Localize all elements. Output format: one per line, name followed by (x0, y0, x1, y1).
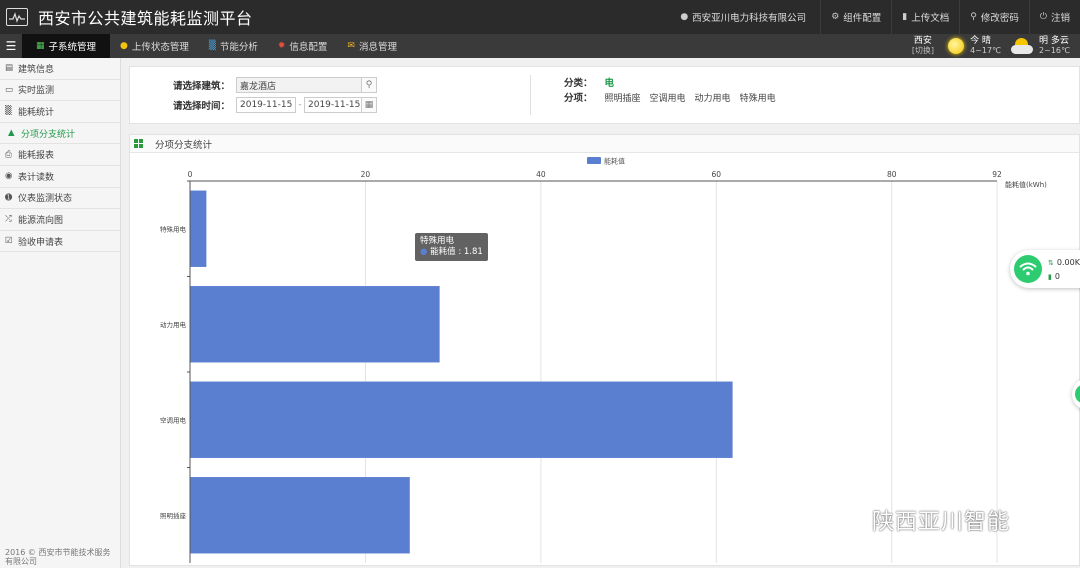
y-tick-label: 动力用电 (160, 320, 187, 329)
subitem-lighting[interactable]: 照明插座 (605, 91, 641, 104)
network-speed-widget[interactable]: ⇅ 0.00K ▮ 0 (1010, 250, 1080, 288)
car-icon: ◉ (5, 171, 13, 182)
bar (190, 477, 410, 554)
category-label: 分类： (564, 78, 593, 89)
calendar-icon[interactable]: ▦ (362, 97, 377, 113)
subitem-ac[interactable]: 空调用电 (650, 91, 686, 104)
company-name: ● 西安亚川电力科技有限公司 (680, 12, 807, 24)
weather-widget: 西安 [切换] 今 晴 4~17℃ 明 多云 2~16℃ (912, 34, 1080, 58)
key-icon: ⚲ (970, 12, 977, 22)
sidebar-item-meter-status[interactable]: ➊ 仪表监测状态 (0, 188, 120, 210)
partly-cloudy-icon (1011, 38, 1035, 54)
chart-panel: 分项分支统计 能耗值 0 20 40 60 80 92 能耗值(kWh) 特殊用电动力用电空调用… (129, 134, 1080, 566)
legend-label: 能耗值 (604, 157, 625, 166)
bar-chart-icon: ▒ (208, 41, 216, 51)
category-electric[interactable]: 电 (605, 75, 615, 89)
checkbox-icon: ☑ (5, 236, 13, 247)
grid-icon (134, 139, 143, 148)
y-tick-label: 特殊用电 (160, 224, 187, 233)
watermark: 陕西亚川智能 (832, 504, 1010, 536)
subitem-label: 分项： (564, 93, 593, 104)
main-content: 请选择建筑： 嘉龙酒店 ⚲ 请选择时间： 2019-11-15 - 2019-1… (121, 58, 1080, 568)
date-start-input[interactable]: 2019-11-15 (236, 97, 296, 113)
x-tick-label: 40 (536, 170, 546, 179)
device-icon: ▮ (1048, 273, 1052, 281)
book-icon: ▮ (902, 12, 908, 22)
time-label: 请选择时间： (172, 101, 230, 112)
sidebar-item-acceptance-form[interactable]: ☑ 验收申请表 (0, 231, 120, 253)
legend-swatch (587, 157, 601, 164)
user-icon: ● (680, 12, 689, 22)
search-icon[interactable]: ⚲ (362, 77, 377, 93)
filter-panel: 请选择建筑： 嘉龙酒店 ⚲ 请选择时间： 2019-11-15 - 2019-1… (129, 66, 1080, 124)
upload-document-button[interactable]: ▮ 上传文档 (891, 0, 959, 34)
tab-subsystem-management[interactable]: ▦ 子系统管理 (22, 34, 111, 58)
sidebar-item-realtime-monitor[interactable]: ▭ 实时监测 (0, 80, 120, 102)
x-tick-label: 60 (712, 170, 722, 179)
wifi-icon (1014, 255, 1042, 283)
wechat-logo-icon (833, 509, 869, 532)
chart-tooltip: 特殊用电 ● 能耗值 : 1.81 (415, 233, 488, 261)
menu-toggle-icon[interactable]: ☰ (0, 34, 22, 58)
monitor-logo-icon (6, 8, 28, 26)
monitor-icon: ▭ (5, 84, 14, 95)
component-config-button[interactable]: ⚙ 组件配置 (820, 0, 891, 34)
sidebar: ▤ 建筑信息 ▭ 实时监测 ▒ 能耗统计 ▲ 分项分支统计 ⎙ 能耗报表 ◉ 表计读数 ➊仪… (0, 58, 121, 568)
gear-icon: ⚙ (831, 12, 840, 22)
bar (190, 381, 733, 458)
tab-message-management[interactable]: ✉ 消息管理 (337, 34, 407, 58)
city-selector[interactable]: 西安 [切换] (912, 36, 934, 56)
x-tick-label: 20 (361, 170, 371, 179)
logout-button[interactable]: ⏻ 注销 (1028, 0, 1080, 34)
document-icon: ▤ (5, 63, 14, 74)
tab-energy-analysis[interactable]: ▒ 节能分析 (199, 34, 268, 58)
random-icon: ⤮ (5, 214, 12, 225)
sidebar-footer: 2016 © 西安市节能技术服务有限公司 (5, 548, 111, 566)
change-password-button[interactable]: ⚲ 修改密码 (959, 0, 1029, 34)
app-title: 西安市公共建筑能耗监测平台 (38, 9, 253, 28)
sidebar-item-energy-report[interactable]: ⎙ 能耗报表 (0, 144, 120, 166)
x-tick-label: 0 (188, 170, 193, 179)
logo: 西安市公共建筑能耗监测平台 (0, 0, 253, 34)
top-header: 西安市公共建筑能耗监测平台 ● 西安亚川电力科技有限公司 ⚙ 组件配置 ▮ 上传… (0, 0, 1080, 34)
weather-tomorrow: 明 多云 2~16℃ (1011, 36, 1070, 56)
weather-today: 今 晴 4~17℃ (948, 36, 1001, 56)
sidebar-item-meter-reading[interactable]: ◉ 表计读数 (0, 166, 120, 188)
bar (190, 286, 440, 363)
sidebar-item-subitem-stats[interactable]: ▲ 分项分支统计 (0, 123, 120, 145)
transfer-icon: ⇅ (1048, 259, 1054, 267)
print-icon: ⎙ (5, 149, 12, 160)
info-icon: ● (120, 41, 128, 51)
subitem-special[interactable]: 特殊用电 (740, 91, 776, 104)
sitemap-icon: ▲ (8, 128, 15, 139)
x-tick-label: 92 (992, 170, 1002, 179)
tab-info-config[interactable]: ✹ 信息配置 (268, 34, 338, 58)
bar (190, 190, 207, 267)
chart-panel-title: 分项分支统计 (155, 139, 213, 151)
building-input[interactable]: 嘉龙酒店 (236, 77, 362, 93)
grid-icon: ▦ (36, 41, 45, 51)
bar-chart-icon: ▒ (5, 106, 12, 117)
x-tick-label: 80 (887, 170, 897, 179)
settings-icon: ✹ (277, 41, 286, 51)
nav-bar: ☰ ▦ 子系统管理 ● 上传状态管理 ▒ 节能分析 ✹ 信息配置 ✉ 消息管理 … (0, 34, 1080, 58)
y-tick-label: 照明插座 (160, 511, 187, 520)
sidebar-item-energy-stats[interactable]: ▒ 能耗统计 (0, 101, 120, 123)
divider (530, 75, 531, 115)
subitem-power[interactable]: 动力用电 (695, 91, 731, 104)
date-end-input[interactable]: 2019-11-15 (304, 97, 362, 113)
mail-icon: ✉ (347, 41, 355, 51)
info-circle-icon: ➊ (5, 192, 13, 203)
y-tick-label: 空调用电 (160, 415, 187, 424)
power-icon: ⏻ (1039, 12, 1047, 22)
building-label: 请选择建筑： (172, 81, 230, 92)
sidebar-item-building-info[interactable]: ▤ 建筑信息 (0, 58, 120, 80)
tab-upload-status[interactable]: ● 上传状态管理 (110, 34, 199, 58)
chart-panel-header: 分项分支统计 (130, 135, 1079, 153)
x-axis-label: 能耗值(kWh) (1005, 180, 1047, 189)
sidebar-item-energy-flow[interactable]: ⤮ 能源流向图 (0, 209, 120, 231)
sunny-icon (948, 38, 965, 54)
